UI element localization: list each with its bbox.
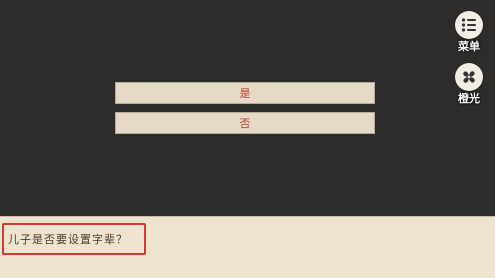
pinwheel-icon [455, 63, 483, 91]
choice-yes-button[interactable]: 是 [115, 82, 375, 104]
list-icon [455, 11, 483, 39]
menu-button-label: 菜单 [458, 40, 480, 53]
game-screen[interactable]: 菜单 橙光 是 否 儿子是否要设置字辈？ [0, 0, 495, 278]
dialog-text: 儿子是否要设置字辈？ [8, 233, 128, 246]
orange-light-button-label: 橙光 [458, 92, 480, 105]
choice-yes-label: 是 [239, 87, 251, 100]
choice-no-label: 否 [239, 117, 251, 130]
menu-button[interactable]: 菜单 [449, 11, 489, 53]
choice-no-button[interactable]: 否 [115, 112, 375, 134]
orange-light-button[interactable]: 橙光 [449, 63, 489, 105]
